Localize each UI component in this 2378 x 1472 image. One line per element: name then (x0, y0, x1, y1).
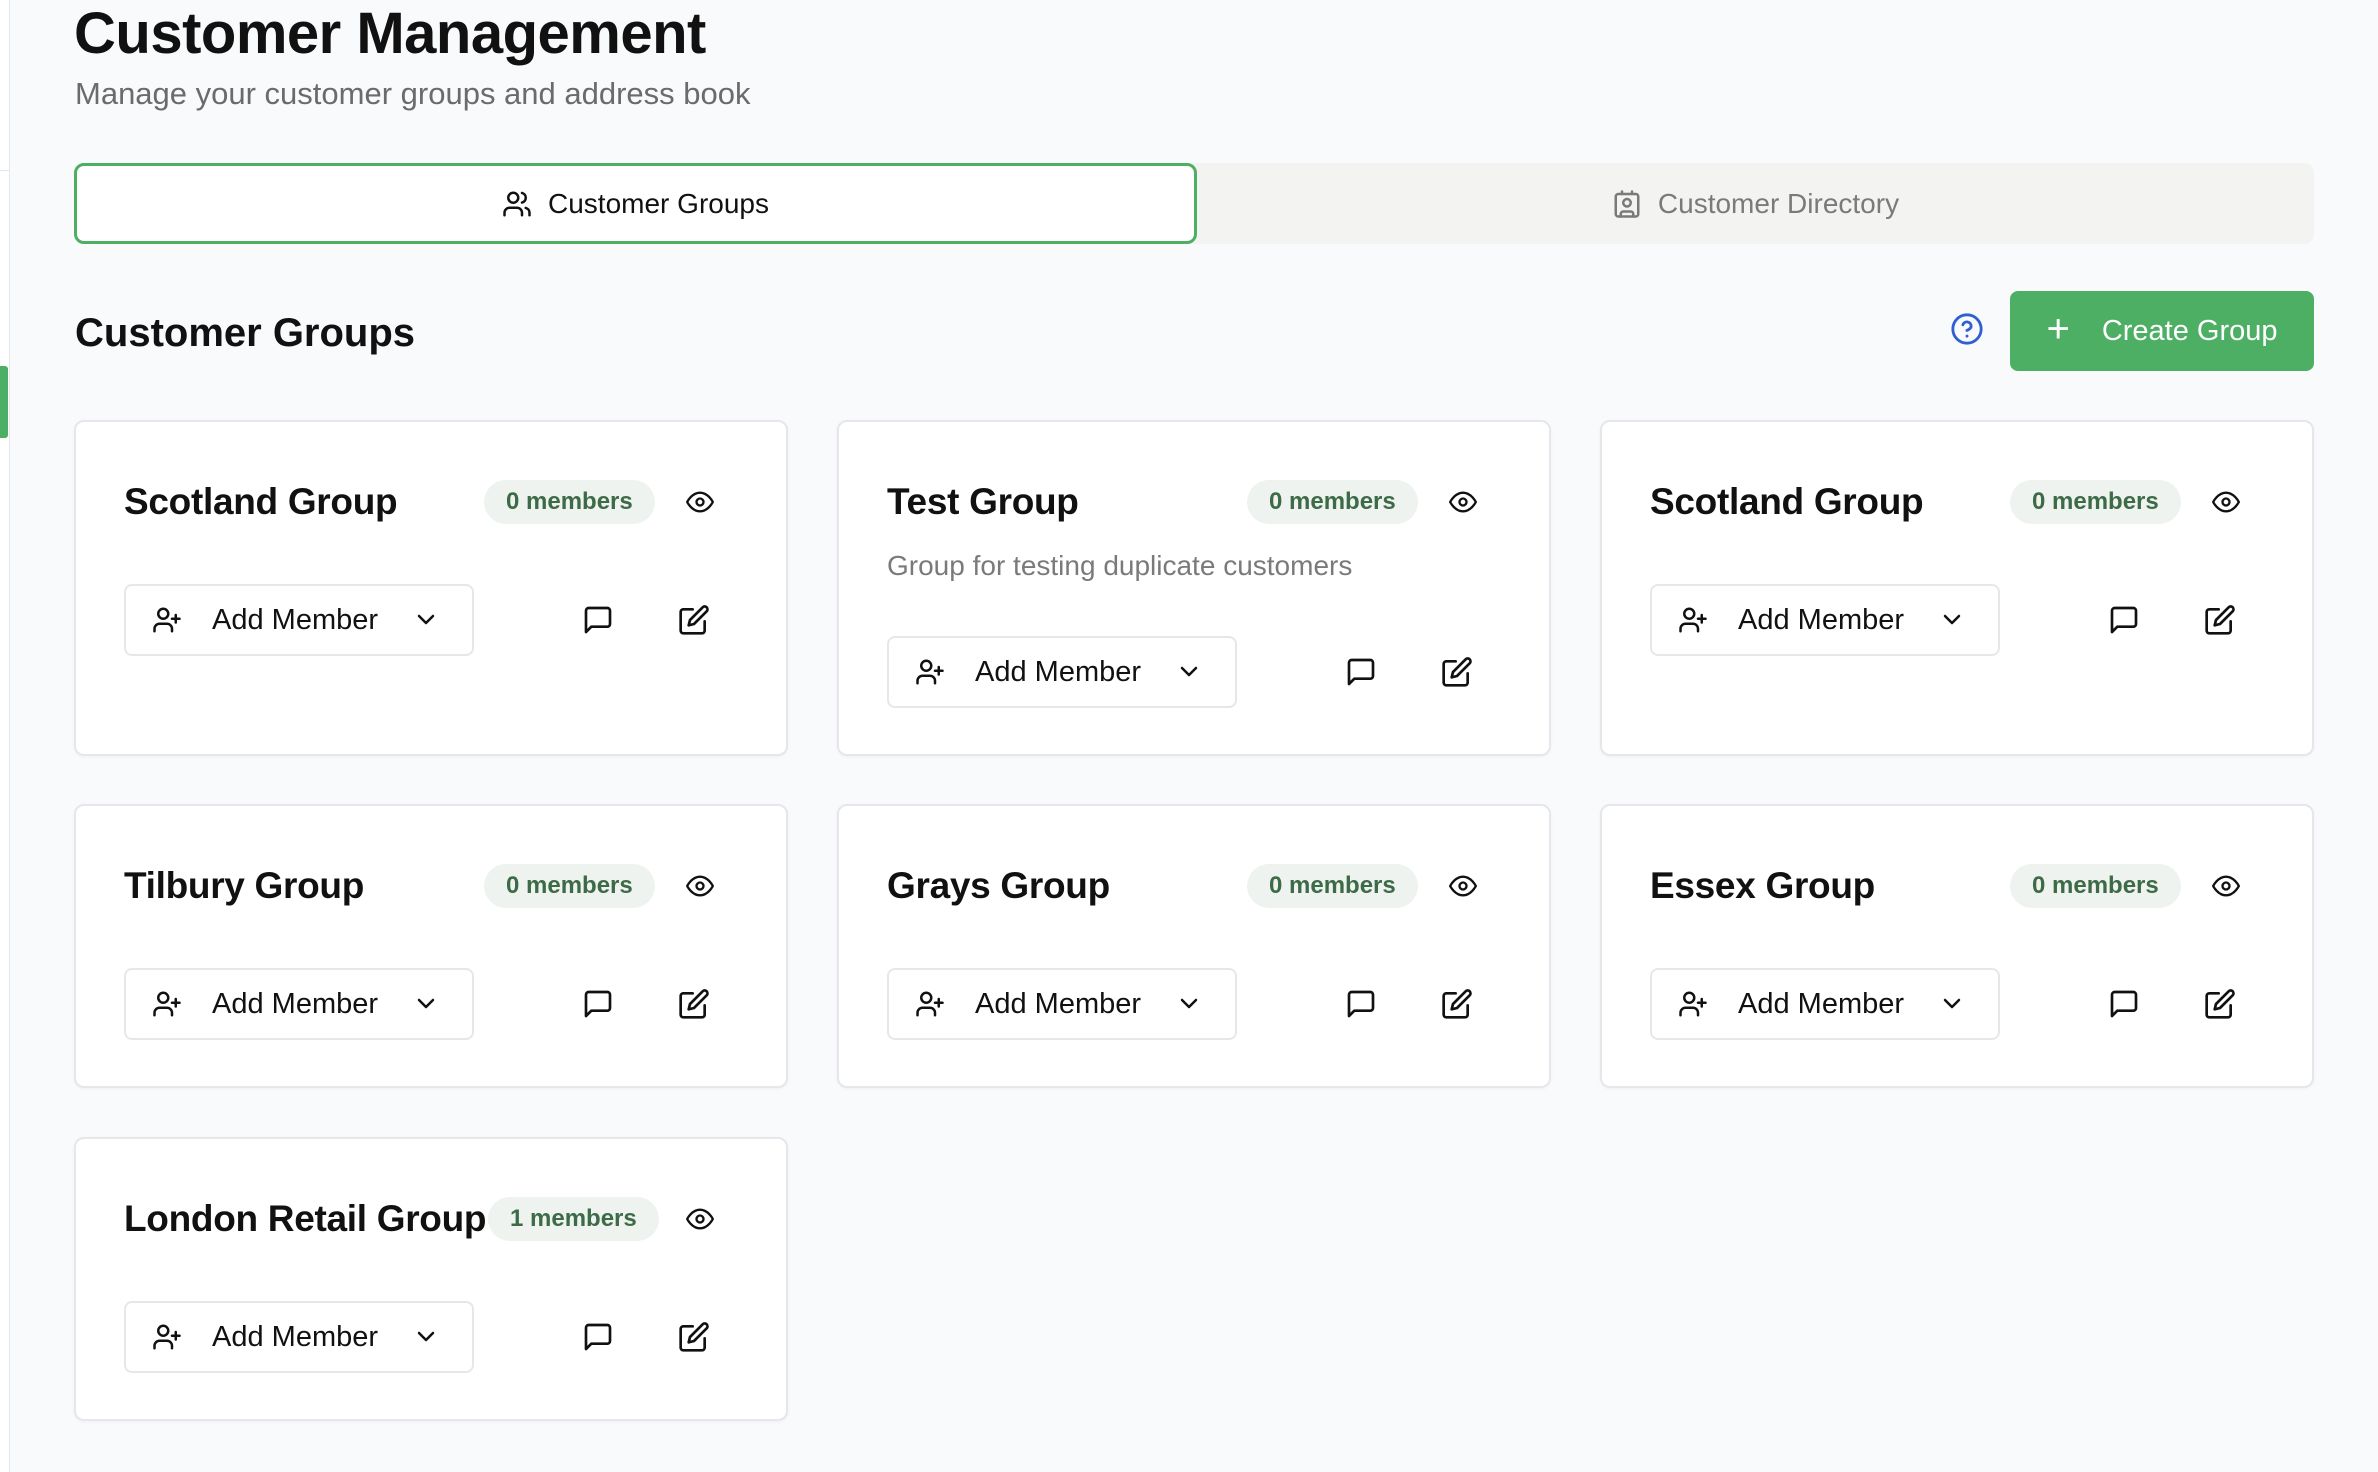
group-name: Scotland Group (124, 481, 398, 522)
members-badge: 0 members (1247, 480, 1418, 524)
chevron-down-icon (1943, 614, 1961, 625)
tab-label: Customer Groups (548, 187, 769, 219)
edit-icon[interactable] (678, 1321, 710, 1353)
message-icon[interactable] (2108, 988, 2140, 1020)
create-group-button[interactable]: + Create Group (2010, 291, 2314, 371)
edit-icon[interactable] (678, 988, 710, 1020)
edit-icon[interactable] (1441, 656, 1473, 688)
eye-icon[interactable] (684, 1205, 716, 1233)
group-name: London Retail Group (124, 1198, 487, 1239)
message-icon[interactable] (582, 988, 614, 1020)
eye-icon[interactable] (2210, 872, 2242, 900)
add-member-label: Add Member (975, 655, 1142, 688)
members-badge: 0 members (484, 864, 655, 908)
add-member-dropdown[interactable]: Add Member (124, 584, 474, 656)
help-circle-icon[interactable] (1950, 312, 1984, 346)
edit-icon[interactable] (678, 604, 710, 636)
rail-divider (0, 170, 10, 171)
add-member-label: Add Member (212, 603, 379, 636)
user-plus-icon (1679, 991, 1707, 1017)
members-badge: 0 members (2010, 864, 2181, 908)
chevron-down-icon (417, 998, 435, 1009)
add-member-dropdown[interactable]: Add Member (1650, 968, 2000, 1040)
chevron-down-icon (417, 614, 435, 625)
add-member-label: Add Member (1738, 603, 1905, 636)
user-plus-icon (153, 991, 181, 1017)
user-plus-icon (153, 1324, 181, 1350)
group-name: Essex Group (1650, 865, 1875, 906)
user-plus-icon (153, 607, 181, 633)
members-badge: 0 members (484, 480, 655, 524)
user-plus-icon (1679, 607, 1707, 633)
tab-bar: Customer Groups Customer Directory (74, 163, 2314, 244)
group-card: Tilbury Group 0 members Add Member (74, 804, 788, 1088)
chevron-down-icon (1180, 666, 1198, 677)
message-icon[interactable] (582, 1321, 614, 1353)
chevron-down-icon (1180, 998, 1198, 1009)
group-name: Scotland Group (1650, 481, 1924, 522)
add-member-label: Add Member (212, 1320, 379, 1353)
add-member-dropdown[interactable]: Add Member (1650, 584, 2000, 656)
group-card: Scotland Group 0 members Add Member (74, 420, 788, 756)
main-content: Customer Management Manage your customer… (74, 0, 2314, 1472)
section-title: Customer Groups (75, 311, 416, 355)
user-plus-icon (916, 659, 944, 685)
page-subtitle: Manage your customer groups and address … (75, 76, 751, 111)
create-group-label: Create Group (2101, 314, 2278, 347)
edit-icon[interactable] (1441, 988, 1473, 1020)
group-name: Grays Group (887, 865, 1110, 906)
eye-icon[interactable] (1447, 488, 1479, 516)
contact-icon (1614, 189, 1640, 218)
chevron-down-icon (1943, 998, 1961, 1009)
message-icon[interactable] (1345, 656, 1377, 688)
group-card: Grays Group 0 members Add Member (837, 804, 1551, 1088)
add-member-label: Add Member (1738, 987, 1905, 1020)
add-member-label: Add Member (212, 987, 379, 1020)
message-icon[interactable] (2108, 604, 2140, 636)
message-icon[interactable] (1345, 988, 1377, 1020)
message-icon[interactable] (582, 604, 614, 636)
add-member-dropdown[interactable]: Add Member (887, 968, 1237, 1040)
users-icon (503, 191, 531, 216)
group-card: Essex Group 0 members Add Member (1600, 804, 2314, 1088)
edit-icon[interactable] (2204, 604, 2236, 636)
chevron-down-icon (417, 1331, 435, 1342)
add-member-dropdown[interactable]: Add Member (887, 636, 1237, 708)
group-name: Tilbury Group (124, 865, 365, 906)
rail-active-indicator (0, 366, 8, 438)
members-badge: 1 members (488, 1197, 659, 1241)
group-name: Test Group (887, 481, 1079, 522)
user-plus-icon (916, 991, 944, 1017)
tab-customer-groups[interactable]: Customer Groups (74, 163, 1197, 244)
plus-icon: + (2046, 307, 2070, 351)
eye-icon[interactable] (684, 872, 716, 900)
page-title: Customer Management (74, 1, 706, 66)
add-member-label: Add Member (975, 987, 1142, 1020)
tab-label: Customer Directory (1657, 187, 1900, 219)
members-badge: 0 members (1247, 864, 1418, 908)
left-sidebar-rail (0, 0, 10, 1472)
group-card: London Retail Group 1 members Add Member (74, 1137, 788, 1421)
eye-icon[interactable] (684, 488, 716, 516)
members-badge: 0 members (2010, 480, 2181, 524)
add-member-dropdown[interactable]: Add Member (124, 1301, 474, 1373)
edit-icon[interactable] (2204, 988, 2236, 1020)
group-card: Scotland Group 0 members Add Member (1600, 420, 2314, 756)
tab-customer-directory[interactable]: Customer Directory (1197, 163, 2314, 244)
eye-icon[interactable] (2210, 488, 2242, 516)
group-card: Test Group 0 members Group for testing d… (837, 420, 1551, 756)
eye-icon[interactable] (1447, 872, 1479, 900)
group-description: Group for testing duplicate customers (887, 550, 1353, 581)
add-member-dropdown[interactable]: Add Member (124, 968, 474, 1040)
